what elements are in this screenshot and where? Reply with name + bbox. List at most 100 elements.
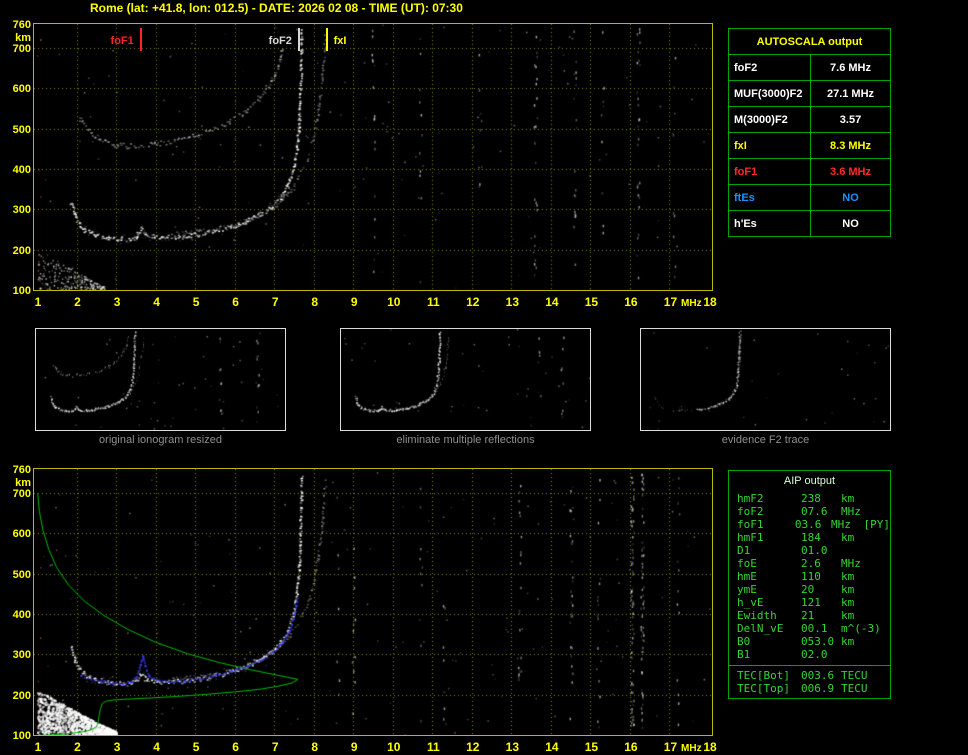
thumbnail-original-ionogram xyxy=(35,328,286,431)
x-tick-label: 10 xyxy=(387,740,401,754)
y-tick-label: 300 xyxy=(12,649,31,662)
param-note xyxy=(877,531,890,544)
aip-row-hmE: hmE 110 km xyxy=(729,570,890,583)
param-note: [PY] xyxy=(863,518,891,531)
param-note xyxy=(877,622,890,635)
y-tick-label: 400 xyxy=(12,164,31,177)
param-name: foF1 xyxy=(737,518,764,531)
param-name: Ewidth xyxy=(737,609,777,622)
param-value: 8.3 MHz xyxy=(810,132,891,159)
divider xyxy=(729,665,890,666)
param-note xyxy=(877,583,890,596)
x-tick-label: 2 xyxy=(74,740,81,754)
x-axis-unit: MHz xyxy=(681,298,702,309)
thumbnail-canvas xyxy=(36,329,285,430)
thumbnail-caption: eliminate multiple reflections xyxy=(396,434,535,446)
param-value: 03.6 xyxy=(794,518,822,531)
y-tick-label: 600 xyxy=(12,83,31,96)
y-axis-unit: km xyxy=(15,477,31,489)
x-tick-label: 3 xyxy=(113,740,121,754)
x-tick-label: 11 xyxy=(426,295,440,309)
x-tick-label: 1 xyxy=(34,740,42,754)
param-name: DelN_vE xyxy=(737,622,784,635)
aip-row-foE: foE 2.6 MHz xyxy=(729,557,890,570)
param-value: 184 xyxy=(801,531,821,544)
x-tick-label: 5 xyxy=(192,740,200,754)
aip-output-panel: AIP output hmF2 238 km foF2 07.6 MHz foF1 03.… xyxy=(728,470,891,699)
param-unit: TECU xyxy=(841,682,868,695)
param-unit xyxy=(841,648,877,661)
param-unit xyxy=(841,544,877,557)
x-tick-label: 13 xyxy=(505,295,520,309)
param-value: 3.6 MHz xyxy=(810,158,891,185)
table-row-ftEs: ftEs NO xyxy=(728,184,891,211)
param-value: 110 xyxy=(801,570,821,583)
param-note xyxy=(877,648,890,661)
restored-ionogram-canvas xyxy=(34,469,712,735)
param-unit: MHz xyxy=(841,505,861,518)
aip-row-foF2: foF2 07.6 MHz xyxy=(729,505,890,518)
param-label: M(3000)F2 xyxy=(728,106,811,133)
param-note xyxy=(877,570,890,583)
ionogram-plot: 760 700 600 500 400 300 200 100 km 1 2 3 4 5 6 7 8 9 10 11 1… xyxy=(13,19,717,309)
param-unit: km xyxy=(841,609,855,622)
param-unit: km xyxy=(841,635,855,648)
x-tick-label: 12 xyxy=(466,295,480,309)
table-row-muf3000f2: MUF(3000)F2 27.1 MHz xyxy=(728,80,891,107)
y-tick-label: 500 xyxy=(12,568,31,581)
x-tick-label: 2 xyxy=(74,295,81,309)
aip-row-ymE: ymE 20 km xyxy=(729,583,890,596)
param-value: 20 xyxy=(801,583,815,596)
x-tick-label: 12 xyxy=(466,740,480,754)
table-row-foF1: foF1 3.6 MHz xyxy=(728,158,891,185)
marker-line-fxI xyxy=(326,28,328,51)
y-tick-label: 600 xyxy=(12,528,31,541)
x-tick-label: 16 xyxy=(624,295,638,309)
param-value: NO xyxy=(810,210,891,237)
x-tick-label: 6 xyxy=(232,740,239,754)
x-tick-label: 7 xyxy=(271,740,279,754)
x-tick-label: 4 xyxy=(153,740,160,754)
param-label: MUF(3000)F2 xyxy=(728,80,811,107)
marker-line-foF2 xyxy=(298,28,300,51)
param-unit: MHz xyxy=(841,557,861,570)
param-unit: km xyxy=(841,596,855,609)
aip-row-tec-top: TEC[Top] 006.9 TECU xyxy=(729,682,890,695)
param-value: 00.1 xyxy=(801,622,828,635)
param-unit: km xyxy=(841,583,855,596)
y-tick-label: 700 xyxy=(12,488,31,501)
thumbnail-no-multiples xyxy=(340,328,591,431)
param-name: D1 xyxy=(737,544,751,557)
aip-row-Ewidth: Ewidth 21 km xyxy=(729,609,890,622)
thumbnail-canvas xyxy=(641,329,890,430)
x-axis-unit: MHz xyxy=(681,743,702,754)
param-value: 3.57 xyxy=(810,106,891,133)
x-tick-label: 4 xyxy=(153,295,160,309)
y-tick-label: 100 xyxy=(12,285,31,297)
x-tick-label: 13 xyxy=(505,740,520,754)
aip-row-foF1: foF1 03.6 MHz [PY] xyxy=(729,518,890,531)
param-name: ymE xyxy=(737,583,757,596)
x-tick-label: 14 xyxy=(545,740,559,754)
param-value: 053.0 xyxy=(801,635,835,648)
y-tick-label: 760 xyxy=(12,19,31,31)
param-name: hmF1 xyxy=(737,531,764,544)
y-tick-label: 200 xyxy=(12,244,31,257)
x-tick-label: 15 xyxy=(584,295,599,309)
param-label: fxI xyxy=(728,132,811,159)
param-value: 7.6 MHz xyxy=(810,54,891,81)
thumbnail-f2-trace xyxy=(640,328,891,431)
param-note xyxy=(877,544,890,557)
x-tick-label: 11 xyxy=(426,740,440,754)
aip-row-B1: B1 02.0 xyxy=(729,648,890,661)
param-unit: TECU xyxy=(841,669,868,682)
param-name: B1 xyxy=(737,648,751,661)
param-unit: km xyxy=(841,531,855,544)
param-unit: km xyxy=(841,492,855,505)
autoscala-header: AUTOSCALA output xyxy=(728,28,891,55)
param-label: foF2 xyxy=(728,54,811,81)
param-note xyxy=(877,492,890,505)
y-tick-label: 700 xyxy=(12,43,31,56)
param-note xyxy=(877,609,890,622)
param-label: h'Es xyxy=(728,210,811,237)
